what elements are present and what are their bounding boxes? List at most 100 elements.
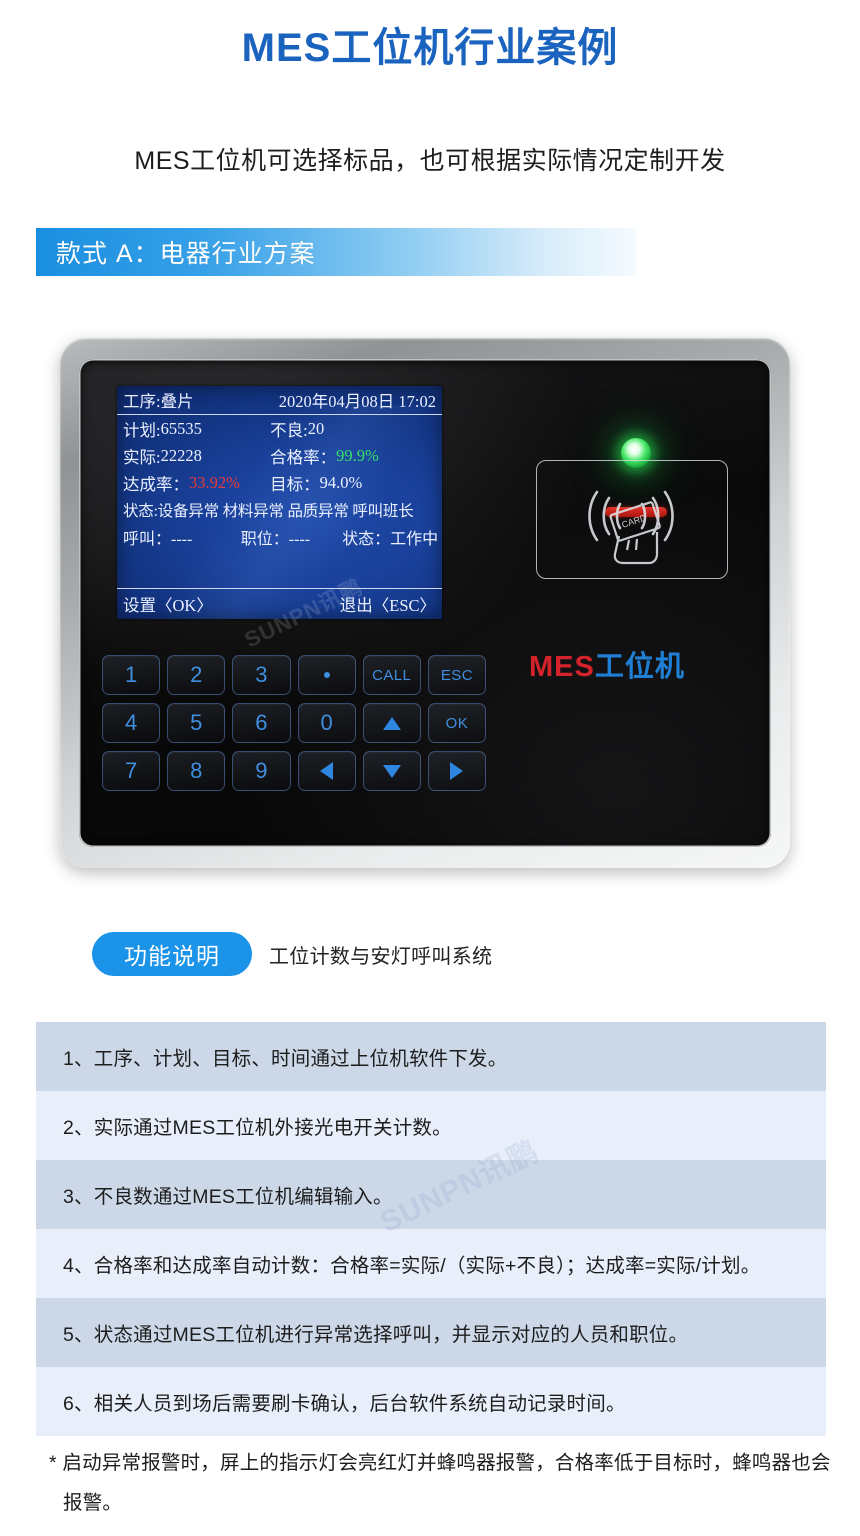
lcd-process-label: 工序: bbox=[123, 392, 161, 411]
lcd-post-seg: 职位：---- bbox=[241, 525, 328, 549]
key-2-label: 2 bbox=[190, 662, 203, 687]
lcd-achieve-value: 33.92% bbox=[189, 472, 240, 492]
key-4[interactable]: 4 bbox=[102, 703, 161, 743]
lcd-post-value: ---- bbox=[288, 530, 311, 548]
key-arrow-down[interactable] bbox=[362, 751, 421, 791]
key-3[interactable]: 3 bbox=[232, 655, 291, 695]
function-pill: 功能说明 bbox=[92, 932, 252, 976]
footnote-text: * 启动异常报警时，屏上的指示灯会亮红灯并蜂鸣器报警，合格率低于目标时，蜂鸣器也… bbox=[49, 1452, 831, 1514]
lcd-plan-value: 65535 bbox=[160, 418, 202, 438]
key-dot[interactable] bbox=[297, 655, 356, 695]
key-arrow-up[interactable] bbox=[362, 703, 421, 743]
list-item: 4、合格率和达成率自动计数：合格率=实际/（实际+不良）；达成率=实际/计划。 bbox=[36, 1229, 826, 1298]
key-1-label: 1 bbox=[124, 662, 138, 687]
lcd-achieve-label: 达成率： bbox=[123, 474, 189, 494]
key-6-label: 6 bbox=[255, 710, 268, 735]
lcd-row-actual-passrate: 实际: 22228 合格率： 99.9% bbox=[117, 442, 442, 469]
lcd-call-value: ---- bbox=[171, 530, 193, 548]
lcd-state-seg: 状态：工作中 bbox=[342, 525, 439, 549]
key-5[interactable]: 5 bbox=[167, 703, 226, 743]
lcd-state-value: 工作中 bbox=[390, 530, 439, 548]
brand-mes-text: MES bbox=[529, 651, 595, 683]
lcd-call-seg: 呼叫：---- bbox=[123, 525, 227, 549]
page-root: MES工位机行业案例 MES工位机可选择标品，也可根据实际情况定制开发 款式 A… bbox=[0, 0, 860, 1536]
lcd-datetime: 2020年04月08日 17:02 bbox=[278, 392, 436, 411]
mes-terminal-device: 工序: 叠片 2020年04月08日 17:02 计划: 65535 不良: 2… bbox=[60, 338, 790, 868]
lcd-row-achieve-target: 达成率： 33.92% 目标： 94.0% bbox=[117, 469, 442, 496]
section-header-label: 款式 A：电器行业方案 bbox=[56, 240, 316, 268]
brand-cn-text: 工位机 bbox=[594, 651, 685, 683]
key-0-label: 0 bbox=[320, 710, 333, 735]
key-arrow-right[interactable] bbox=[427, 751, 486, 791]
lcd-plan: 计划: 65535 bbox=[123, 417, 270, 441]
key-call[interactable]: CALL bbox=[362, 655, 421, 695]
lcd-post-label: 职位： bbox=[240, 530, 289, 548]
key-9[interactable]: 9 bbox=[232, 751, 291, 791]
key-1[interactable]: 1 bbox=[102, 655, 161, 695]
lcd-defect-value: 20 bbox=[307, 418, 325, 438]
feature-list: 1、工序、计划、目标、时间通过上位机软件下发。 2、实际通过MES工位机外接光电… bbox=[36, 1022, 826, 1436]
lcd-footer-bar: 设置〈OK〉 退出〈ESC〉 bbox=[117, 588, 442, 619]
lcd-process-value: 叠片 bbox=[160, 392, 194, 411]
lcd-actual: 实际: 22228 bbox=[123, 444, 270, 468]
key-9-label: 9 bbox=[255, 758, 268, 783]
dot-icon bbox=[323, 672, 330, 678]
rfid-card-swipe-icon: CARD bbox=[588, 490, 674, 564]
lcd-target-value: 94.0% bbox=[319, 472, 363, 492]
lcd-settings-hint: 设置〈OK〉 bbox=[123, 596, 213, 615]
list-item: 5、状态通过MES工位机进行异常选择呼叫，并显示对应的人员和职位。 bbox=[36, 1298, 826, 1367]
key-3-label: 3 bbox=[255, 662, 268, 687]
rfid-reader-area[interactable]: CARD bbox=[536, 460, 728, 579]
device-front-panel: 工序: 叠片 2020年04月08日 17:02 计划: 65535 不良: 2… bbox=[79, 359, 771, 847]
list-item: 3、不良数通过MES工位机编辑输入。 bbox=[36, 1160, 826, 1229]
lcd-defect: 不良: 20 bbox=[270, 417, 436, 441]
key-call-label: CALL bbox=[372, 666, 412, 684]
lcd-header-row: 工序: 叠片 2020年04月08日 17:02 bbox=[117, 386, 442, 415]
key-ok-label: OK bbox=[445, 714, 469, 732]
key-8[interactable]: 8 bbox=[167, 751, 226, 791]
section-header-bar: 款式 A：电器行业方案 bbox=[36, 228, 636, 276]
key-esc[interactable]: ESC bbox=[427, 655, 486, 695]
lcd-actual-label: 实际: bbox=[123, 447, 161, 467]
key-0[interactable]: 0 bbox=[297, 703, 356, 743]
lcd-call-label: 呼叫： bbox=[123, 530, 172, 548]
lcd-defect-label: 不良: bbox=[270, 420, 308, 440]
arrow-down-icon bbox=[382, 764, 401, 778]
list-item: 1、工序、计划、目标、时间通过上位机软件下发。 bbox=[36, 1022, 826, 1091]
key-5-label: 5 bbox=[190, 710, 203, 735]
list-item: 2、实际通过MES工位机外接光电开关计数。 bbox=[36, 1091, 826, 1160]
lcd-target-label: 目标： bbox=[270, 474, 320, 494]
key-8-label: 8 bbox=[190, 758, 203, 783]
lcd-call-line: 呼叫：---- 职位：---- 状态：工作中 bbox=[117, 523, 442, 550]
function-description-row: 功能说明 工位计数与安灯呼叫系统 bbox=[92, 932, 492, 976]
device-brand-label: MES工位机 bbox=[529, 643, 685, 685]
key-2[interactable]: 2 bbox=[167, 655, 226, 695]
page-title: MES工位机行业案例 bbox=[241, 26, 619, 70]
key-esc-label: ESC bbox=[440, 666, 473, 684]
arrow-up-icon bbox=[382, 716, 401, 730]
keypad: 1 2 3 CALL ESC 4 5 6 0 OK 7 8 9 bbox=[102, 655, 486, 791]
arrow-left-icon bbox=[320, 762, 334, 780]
lcd-passrate: 合格率： 99.9% bbox=[270, 444, 436, 468]
key-7-label: 7 bbox=[124, 758, 138, 783]
lcd-actual-value: 22228 bbox=[160, 445, 202, 465]
key-7[interactable]: 7 bbox=[102, 751, 161, 791]
key-arrow-left[interactable] bbox=[297, 751, 356, 791]
lcd-row-plan-defect: 计划: 65535 不良: 20 bbox=[117, 415, 442, 442]
function-description-text: 工位计数与安灯呼叫系统 bbox=[269, 945, 493, 968]
arrow-right-icon bbox=[450, 762, 464, 780]
lcd-screen: 工序: 叠片 2020年04月08日 17:02 计划: 65535 不良: 2… bbox=[117, 386, 442, 619]
key-4-label: 4 bbox=[124, 710, 138, 735]
lcd-process: 工序: 叠片 bbox=[123, 388, 194, 412]
lcd-achieve: 达成率： 33.92% bbox=[123, 471, 270, 495]
list-item: 6、相关人员到场后需要刷卡确认，后台软件系统自动记录时间。 bbox=[36, 1367, 826, 1436]
lcd-status-line: 状态:设备异常 材料异常 品质异常 呼叫班长 bbox=[123, 502, 414, 520]
page-subtitle: MES工位机可选择标品，也可根据实际情况定制开发 bbox=[134, 147, 726, 175]
key-6[interactable]: 6 bbox=[232, 703, 291, 743]
lcd-plan-label: 计划: bbox=[123, 420, 161, 440]
lcd-state-label: 状态： bbox=[342, 530, 391, 548]
rfid-card-text: CARD bbox=[620, 512, 648, 530]
lcd-target: 目标： 94.0% bbox=[270, 471, 436, 495]
lcd-exit-hint: 退出〈ESC〉 bbox=[339, 596, 436, 615]
key-ok[interactable]: OK bbox=[427, 703, 486, 743]
